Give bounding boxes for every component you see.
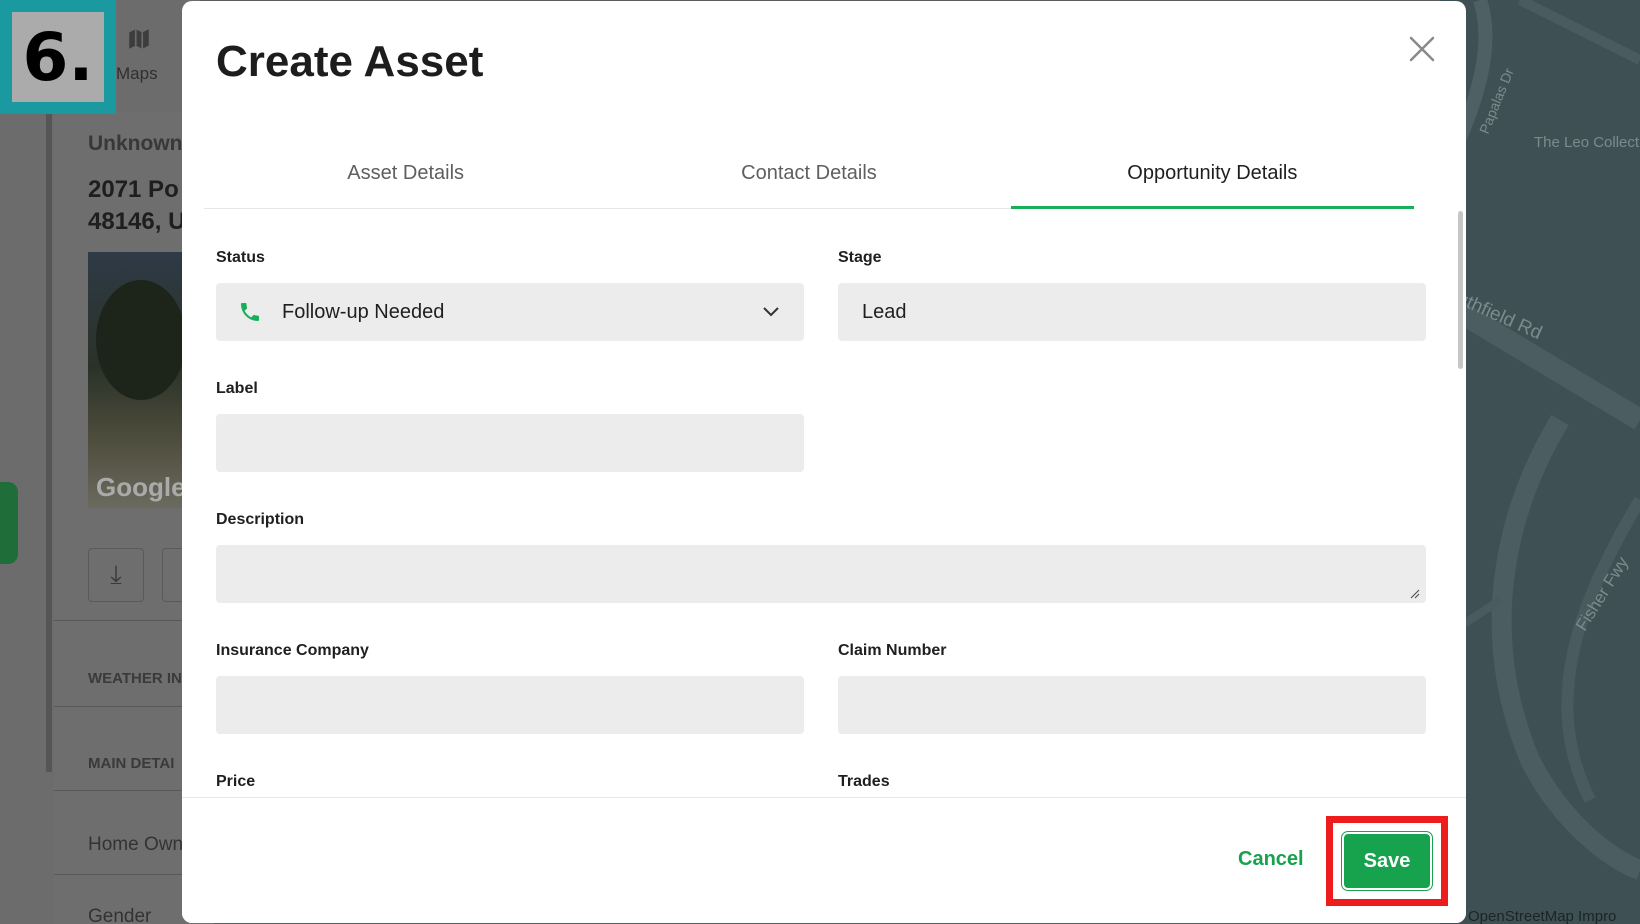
step-number: 6. — [12, 12, 104, 102]
modal-title: Create Asset — [216, 37, 484, 86]
chevron-down-icon — [763, 307, 779, 317]
tab-contact-details[interactable]: Contact Details — [607, 145, 1010, 208]
phone-icon — [241, 303, 259, 321]
form-scrollbar[interactable] — [1458, 211, 1463, 369]
map-attribution[interactable]: OpenStreetMap Impro — [1468, 908, 1616, 924]
status-select[interactable]: Follow-up Needed — [216, 283, 804, 341]
street-view-logo: Google — [96, 472, 186, 502]
claim-number-input[interactable] — [838, 676, 1426, 734]
status-label: Status — [216, 249, 265, 266]
tab-asset-details[interactable]: Asset Details — [204, 145, 607, 208]
claim-number-field — [838, 676, 1426, 734]
close-button[interactable] — [1402, 29, 1442, 69]
map-poi-label: The Leo Collect — [1534, 134, 1640, 151]
resize-handle-icon[interactable] — [1410, 589, 1420, 599]
modal-footer: Cancel Save — [182, 797, 1466, 923]
price-label: Price — [216, 773, 256, 790]
description-textarea[interactable] — [216, 545, 1426, 603]
tab-opportunity-details[interactable]: Opportunity Details — [1010, 145, 1415, 209]
insurance-company-input[interactable] — [216, 676, 804, 734]
side-drawer-handle[interactable] — [0, 482, 18, 564]
step-number-badge: 6. — [0, 0, 116, 114]
home-owner-label: Home Own — [88, 834, 184, 855]
asset-header: Unknown — [88, 132, 183, 155]
address-line-1: 2071 Po — [88, 176, 179, 203]
stage-value: Lead — [862, 300, 907, 323]
label-field-label: Label — [216, 380, 258, 397]
section-weather-heading[interactable]: WEATHER IN — [88, 670, 184, 687]
close-icon — [1409, 36, 1435, 62]
address-line-2: 48146, U — [88, 208, 184, 235]
label-field — [216, 414, 804, 472]
status-value: Follow-up Needed — [282, 300, 445, 323]
create-asset-modal: Create Asset Asset Details Contact Detai… — [182, 1, 1466, 923]
description-field — [216, 545, 1426, 603]
download-button[interactable]: ⤓ — [88, 548, 144, 602]
panel-scroll-track — [46, 112, 52, 772]
download-icon: ⤓ — [110, 559, 122, 589]
opportunity-form: Status Follow-up Needed Stage Lead Label… — [182, 211, 1466, 797]
section-main-heading[interactable]: MAIN DETAI — [88, 755, 184, 772]
cancel-button[interactable]: Cancel — [1238, 848, 1304, 871]
trades-label: Trades — [838, 773, 890, 790]
description-label: Description — [216, 511, 305, 528]
tree-image — [96, 280, 186, 400]
street-view-photo[interactable]: Google — [88, 252, 188, 508]
insurance-company-label: Insurance Company — [216, 642, 369, 659]
tab-bar: Asset Details Contact Details Opportunit… — [204, 145, 1415, 209]
save-button[interactable]: Save — [1341, 831, 1433, 891]
insurance-company-field — [216, 676, 804, 734]
map-icon[interactable] — [126, 26, 152, 59]
nav-maps-label[interactable]: Maps — [116, 64, 158, 84]
stage-field[interactable]: Lead — [838, 283, 1426, 341]
claim-number-label: Claim Number — [838, 642, 947, 659]
stage-label: Stage — [838, 249, 882, 266]
label-input[interactable] — [216, 414, 804, 472]
gender-label: Gender — [88, 906, 152, 924]
